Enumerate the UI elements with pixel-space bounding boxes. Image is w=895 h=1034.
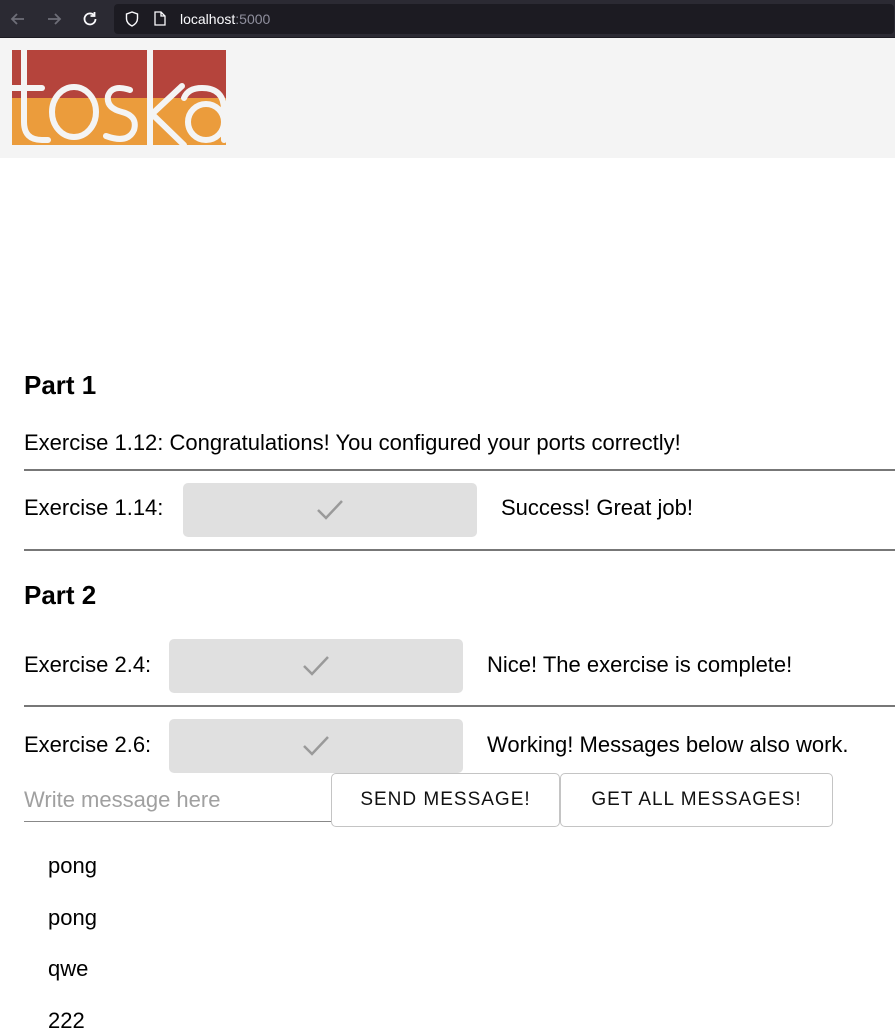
checkmark-icon	[303, 656, 329, 676]
exercise-1-14-label: Exercise 1.14:	[24, 495, 164, 520]
get-all-messages-button[interactable]: GET ALL MESSAGES!	[560, 773, 833, 827]
exercise-2-6-status: Working! Messages below also work.	[487, 732, 849, 757]
exercise-2-4-check-button[interactable]	[169, 639, 463, 693]
toska-logo	[12, 50, 226, 145]
part2-heading: Part 2	[24, 580, 97, 610]
address-bar[interactable]: localhost:5000	[114, 3, 894, 34]
exercise-2-4-status: Nice! The exercise is complete!	[487, 652, 793, 677]
exercise-2-4-label: Exercise 2.4:	[24, 652, 152, 677]
browser-toolbar: localhost:5000	[0, 0, 895, 38]
exercise-2-6-check-button[interactable]	[169, 719, 463, 773]
send-message-button[interactable]: SEND MESSAGE!	[331, 773, 560, 827]
divider	[24, 705, 895, 707]
exercise-1-14-status: Success! Great job!	[501, 495, 693, 520]
divider	[24, 549, 895, 551]
forward-button[interactable]	[36, 0, 72, 38]
divider	[24, 469, 895, 471]
page-icon	[152, 11, 168, 27]
checkmark-icon	[303, 736, 329, 756]
reload-icon	[83, 11, 97, 25]
arrow-left-icon	[10, 12, 24, 25]
message-item: pong	[48, 905, 97, 930]
message-item: 222	[48, 1008, 85, 1033]
app-header	[0, 38, 895, 158]
exercise-1-14-check-button[interactable]	[183, 483, 477, 537]
checkmark-icon	[317, 500, 343, 520]
exercise-1-12-text: Exercise 1.12: Congratulations! You conf…	[24, 430, 681, 455]
exercise-2-6-label: Exercise 2.6:	[24, 732, 152, 757]
message-input[interactable]	[24, 778, 331, 822]
message-item: pong	[48, 853, 97, 878]
part1-heading: Part 1	[24, 370, 97, 400]
shield-icon[interactable]	[124, 10, 140, 27]
reload-button[interactable]	[72, 0, 108, 38]
back-button[interactable]	[0, 0, 36, 38]
arrow-right-icon	[48, 12, 62, 25]
url-host: localhost	[180, 10, 236, 27]
url-port: :5000	[235, 10, 271, 27]
message-item: qwe	[48, 956, 89, 981]
